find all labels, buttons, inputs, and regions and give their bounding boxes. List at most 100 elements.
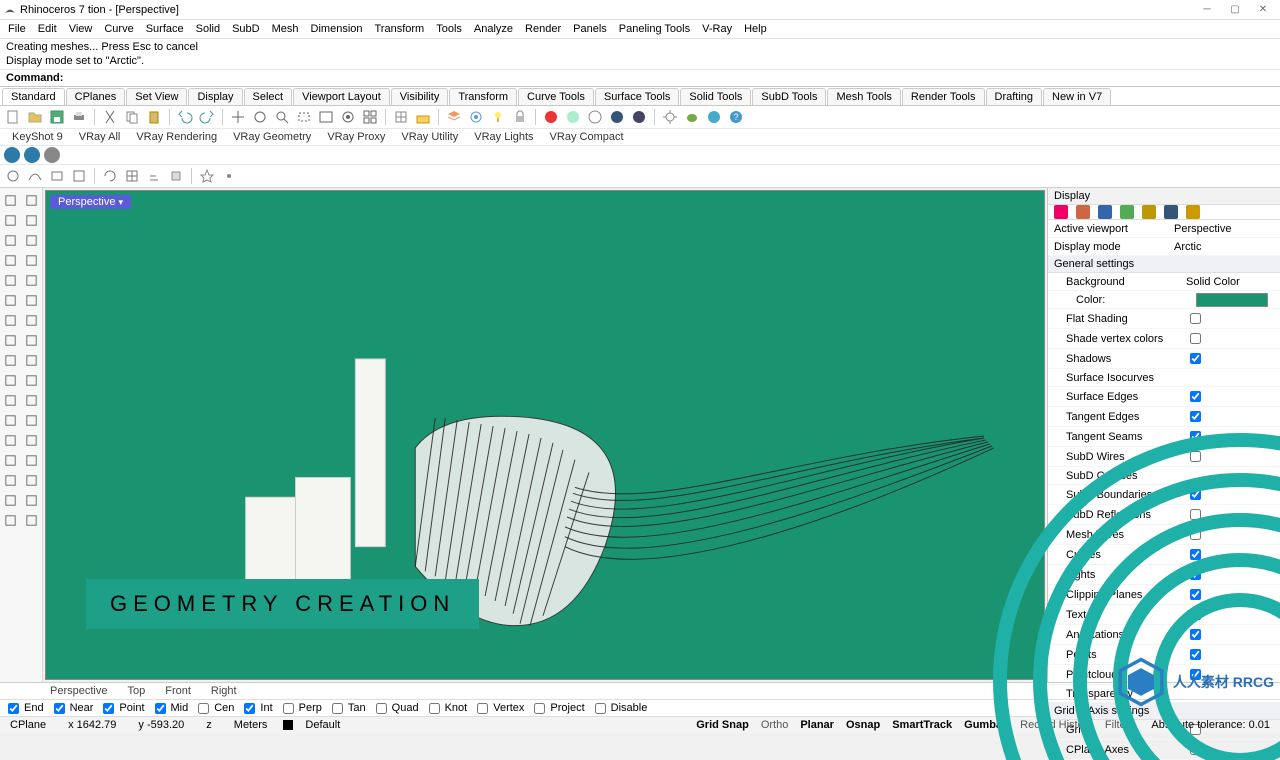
status-toggle-smarttrack[interactable]: SmartTrack [886,719,958,731]
tab-subd-tools[interactable]: SubD Tools [752,88,826,105]
prop-checkbox[interactable] [1190,353,1201,364]
undo-icon[interactable] [176,108,194,126]
shaded-icon[interactable] [564,108,582,126]
ribbon-vray-rendering[interactable]: VRay Rendering [128,131,225,143]
vray-tool-icon[interactable] [4,147,20,163]
text-tool-icon[interactable] [0,330,21,350]
zoom-selected-icon[interactable] [339,108,357,126]
rotate-view-icon[interactable] [251,108,269,126]
prop-checkbox[interactable] [1190,509,1201,520]
zoom-icon[interactable] [273,108,291,126]
tab-drafting[interactable]: Drafting [986,88,1043,105]
osnap-vertex[interactable]: Vertex [473,700,524,717]
menu-panels[interactable]: Panels [567,23,613,35]
status-layer[interactable]: Default [299,719,346,731]
pointer-tool-icon[interactable] [0,190,21,210]
options-icon[interactable] [661,108,679,126]
split-tool-icon[interactable] [21,370,42,390]
zoom-window-icon[interactable] [295,108,313,126]
menu-mesh[interactable]: Mesh [266,23,305,35]
layer-swatch[interactable] [283,720,293,730]
menu-paneling-tools[interactable]: Paneling Tools [613,23,696,35]
osnap-mid[interactable]: Mid [151,700,189,717]
analyze-tool-icon[interactable] [21,470,42,490]
status-toggle-osnap[interactable]: Osnap [840,719,886,731]
prop-checkbox[interactable] [1190,744,1201,755]
zoom-extents-all-icon[interactable] [361,108,379,126]
osnap-checkbox[interactable] [244,703,255,714]
osnap-project[interactable]: Project [530,700,584,717]
vray-tool-icon[interactable] [24,147,40,163]
prop-checkbox[interactable] [1190,489,1201,500]
menu-solid[interactable]: Solid [190,23,226,35]
save-icon[interactable] [48,108,66,126]
prop-checkbox[interactable] [1190,589,1201,600]
cylinder-tool-icon[interactable] [0,290,21,310]
menu-tools[interactable]: Tools [430,23,468,35]
sweep-tool-icon[interactable] [0,450,21,470]
osnap-checkbox[interactable] [54,703,65,714]
light-icon[interactable] [489,108,507,126]
panel-tab-icon[interactable] [1120,205,1134,219]
menu-curve[interactable]: Curve [98,23,139,35]
status-toggle-filter[interactable]: Filter [1099,719,1135,731]
osnap-tan[interactable]: Tan [328,700,366,717]
tab-transform[interactable]: Transform [449,88,517,105]
join-tool-icon[interactable] [0,390,21,410]
offset-tool-icon[interactable] [0,410,21,430]
box-tool-icon[interactable] [0,270,21,290]
menu-subd[interactable]: SubD [226,23,266,35]
view-tab-perspective[interactable]: Perspective [40,685,117,697]
tab-curve-tools[interactable]: Curve Tools [518,88,594,105]
prop-checkbox[interactable] [1190,313,1201,324]
polyline-tool-icon[interactable] [0,210,21,230]
menu-view[interactable]: View [63,23,99,35]
layer-tool-icon[interactable] [0,510,21,530]
vray-tool-icon[interactable] [44,147,60,163]
view-tab-right[interactable]: Right [201,685,247,697]
tab-solid-tools[interactable]: Solid Tools [680,88,751,105]
tab-new-in-v7[interactable]: New in V7 [1043,88,1111,105]
hide-tool-icon[interactable] [21,510,42,530]
osnap-checkbox[interactable] [198,703,209,714]
ellipse-tool-icon[interactable] [21,250,42,270]
rect-tool-icon[interactable] [0,230,21,250]
panel-tab-icon[interactable] [1054,205,1068,219]
menu-transform[interactable]: Transform [369,23,431,35]
panel-tab-icon[interactable] [1098,205,1112,219]
tab-mesh-tools[interactable]: Mesh Tools [827,88,900,105]
tab-viewport-layout[interactable]: Viewport Layout [293,88,390,105]
prop-checkbox[interactable] [1190,391,1201,402]
solid-tool-icon[interactable] [0,310,21,330]
layers-icon[interactable] [445,108,463,126]
osnap-disable[interactable]: Disable [591,700,648,717]
delete-tool-icon[interactable] [21,490,42,510]
filter-annot-icon[interactable] [145,167,163,185]
osnap-point[interactable]: Point [99,700,144,717]
render-icon[interactable] [542,108,560,126]
status-units[interactable]: Meters [228,719,274,731]
wireframe-icon[interactable] [586,108,604,126]
loft-tool-icon[interactable] [21,430,42,450]
view-tab-front[interactable]: Front [155,685,201,697]
fillet-tool-icon[interactable] [21,390,42,410]
hatch-tool-icon[interactable] [0,490,21,510]
prop-checkbox[interactable] [1190,549,1201,560]
color-swatch[interactable] [1196,293,1268,307]
osnap-quad[interactable]: Quad [372,700,419,717]
menu-edit[interactable]: Edit [32,23,63,35]
print-icon[interactable] [70,108,88,126]
ribbon-vray-geometry[interactable]: VRay Geometry [225,131,319,143]
surface-tool-icon[interactable] [21,290,42,310]
tab-standard[interactable]: Standard [2,88,65,105]
mesh-tool-icon[interactable] [21,310,42,330]
trim-tool-icon[interactable] [0,370,21,390]
osnap-checkbox[interactable] [429,703,440,714]
boolean-tool-icon[interactable] [0,470,21,490]
arc-tool-icon[interactable] [21,230,42,250]
prop-checkbox[interactable] [1190,529,1201,540]
revolve-tool-icon[interactable] [21,450,42,470]
named-views-icon[interactable] [392,108,410,126]
viewport-label[interactable]: Perspective▾ [50,195,131,209]
lock-icon[interactable] [511,108,529,126]
